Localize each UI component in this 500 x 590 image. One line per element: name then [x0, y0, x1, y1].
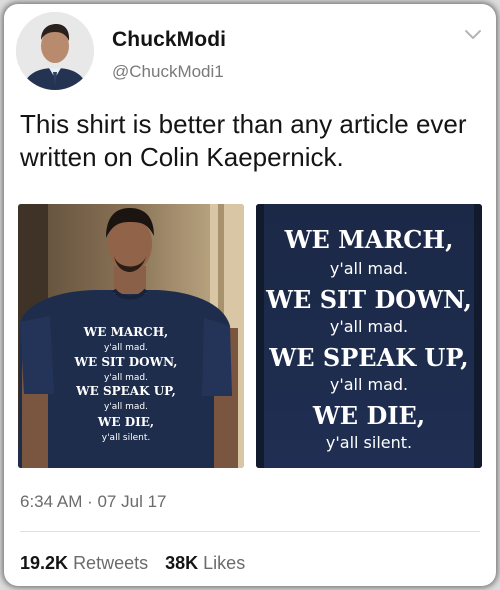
- shirt-line-7: WE DIE,: [312, 401, 425, 430]
- engagement-stats: 19.2K Retweets 38K Likes: [20, 553, 257, 574]
- shirt-line-6: y'all mad.: [104, 402, 148, 412]
- shirt-line-1: WE MARCH,: [284, 225, 454, 254]
- shirt-line-4: y'all mad.: [330, 317, 408, 336]
- shirt-line-8: y'all silent.: [326, 433, 412, 452]
- tweet-photo-left[interactable]: WE MARCH, y'all mad. WE SIT DOWN, y'all …: [18, 204, 244, 468]
- shirt-line-7: WE DIE,: [97, 415, 154, 429]
- likes-label: Likes: [203, 553, 246, 573]
- shirt-line-6: y'all mad.: [330, 375, 408, 394]
- author-display-name[interactable]: ChuckModi: [112, 28, 226, 52]
- person-avatar-icon: [16, 12, 94, 90]
- shirt-line-3: WE SIT DOWN,: [74, 355, 178, 369]
- retweets-label: Retweets: [73, 553, 149, 573]
- shirt-line-5: WE SPEAK UP,: [268, 343, 468, 372]
- retweets-stat[interactable]: 19.2K Retweets: [20, 553, 148, 573]
- tweet-timestamp[interactable]: 6:34 AM · 07 Jul 17: [20, 492, 166, 512]
- shirt-line-3: WE SIT DOWN,: [265, 285, 472, 314]
- shirt-line-2: y'all mad.: [330, 259, 408, 278]
- shirt-line-1: WE MARCH,: [83, 325, 168, 339]
- divider: [20, 531, 480, 532]
- avatar[interactable]: [16, 12, 94, 90]
- tweet-photo-right[interactable]: WE MARCH, y'all mad. WE SIT DOWN, y'all …: [256, 204, 482, 468]
- retweets-count: 19.2K: [20, 553, 69, 573]
- chevron-down-icon[interactable]: [464, 28, 482, 40]
- shirt-line-4: y'all mad.: [104, 373, 148, 383]
- likes-stat[interactable]: 38K Likes: [165, 553, 245, 573]
- shirt-line-8: y'all silent.: [102, 433, 151, 443]
- shirt-line-2: y'all mad.: [104, 343, 148, 353]
- likes-count: 38K: [165, 553, 199, 573]
- tweet-card: ChuckModi @ChuckModi1 This shirt is bett…: [4, 4, 496, 586]
- author-handle[interactable]: @ChuckModi1: [112, 62, 224, 82]
- shirt-line-5: WE SPEAK UP,: [75, 384, 176, 398]
- tweet-text: This shirt is better than any article ev…: [20, 109, 467, 172]
